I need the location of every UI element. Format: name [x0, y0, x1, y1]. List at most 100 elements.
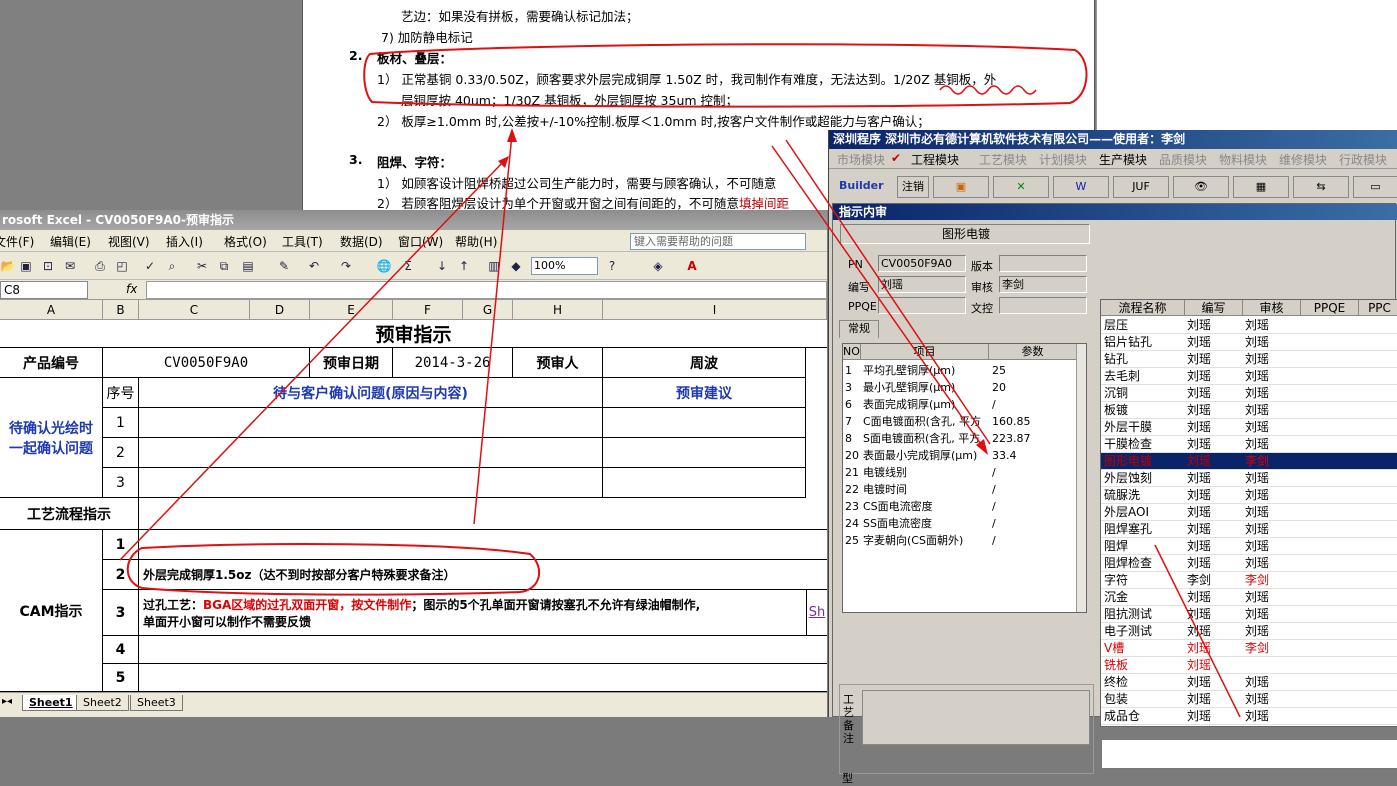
word-icon[interactable]: W — [1053, 176, 1109, 198]
row-seq[interactable]: 1 — [103, 530, 139, 560]
reviewer-label[interactable]: 预审人 — [513, 348, 603, 378]
flow-row[interactable]: 沉铜 刘瑶 刘瑶 — [1101, 385, 1397, 402]
module-maintenance[interactable]: 维修模块 — [1279, 151, 1327, 168]
issue-cell[interactable] — [139, 468, 603, 498]
col-header[interactable]: E — [310, 300, 393, 320]
audit-field[interactable]: 李剑 — [999, 276, 1087, 293]
params-row[interactable]: 22 电镀时间 / — [843, 481, 1086, 498]
tab-sheet1[interactable]: Sheet1 — [22, 695, 80, 711]
fill-color-icon[interactable]: ◈ — [650, 258, 666, 274]
review-date-label[interactable]: 预审日期 — [310, 348, 393, 378]
tab-sheet2[interactable]: Sheet2 — [76, 695, 129, 711]
params-row[interactable]: 7 C面电镀面积(含孔, 平方 160.85 — [843, 413, 1086, 430]
research-icon[interactable]: ⌕ — [164, 258, 180, 274]
cam-cell[interactable] — [139, 636, 827, 664]
issue-cell[interactable] — [139, 408, 603, 438]
menu-insert[interactable]: 插入(I) — [166, 233, 203, 250]
flow-row[interactable]: 去毛刺 刘瑶 刘瑶 — [1101, 368, 1397, 385]
module-quality[interactable]: 品质模块 — [1159, 151, 1207, 168]
format-painter-icon[interactable]: ✎ — [276, 258, 292, 274]
col-header-flow[interactable]: 流程名称 — [1101, 300, 1185, 316]
col-header-ppqe[interactable]: PPQE — [1301, 300, 1359, 316]
menu-data[interactable]: 数据(D) — [340, 233, 383, 250]
params-row[interactable]: 6 表面完成铜厚(μm) / — [843, 396, 1086, 413]
flow-row[interactable]: 外层干膜 刘瑶 刘瑶 — [1101, 419, 1397, 436]
excel-icon[interactable]: ✕ — [993, 176, 1049, 198]
col-header[interactable]: I — [603, 300, 827, 320]
cam-cell[interactable] — [139, 530, 827, 560]
network-icon[interactable]: ⇆ — [1293, 176, 1349, 198]
tab-sheet3[interactable]: Sheet3 — [130, 695, 183, 711]
module-market[interactable]: 市场模块 — [837, 151, 885, 168]
flow-row[interactable]: 阻抗测试 刘瑶 刘瑶 — [1101, 606, 1397, 623]
cut-icon[interactable]: ✂ — [194, 258, 210, 274]
flow-row[interactable]: 铣板 刘瑶 — [1101, 657, 1397, 674]
row-seq[interactable]: 5 — [103, 664, 139, 692]
chart-icon[interactable]: ▥ — [486, 258, 502, 274]
col-header-item[interactable]: 项目 — [861, 344, 989, 360]
flow-row[interactable]: 阻焊塞孔 刘瑶 刘瑶 — [1101, 521, 1397, 538]
params-row[interactable]: 1 平均孔壁铜厚(μm) 25 — [843, 362, 1086, 379]
hyperlink-icon[interactable]: 🌐 — [376, 258, 392, 274]
params-row[interactable]: 20 表面最小完成铜厚(μm) 33.4 — [843, 447, 1086, 464]
col-header[interactable]: C — [139, 300, 250, 320]
flow-note-field[interactable] — [1101, 739, 1397, 769]
suggest-cell[interactable] — [603, 468, 806, 498]
fx-icon[interactable]: fx — [126, 282, 137, 296]
tab-normal[interactable]: 常规 — [839, 320, 879, 338]
col-header[interactable]: D — [250, 300, 310, 320]
col-header-param[interactable]: 参数 — [989, 344, 1077, 360]
flow-row[interactable]: 阻焊 刘瑶 刘瑶 — [1101, 538, 1397, 555]
col-header[interactable]: H — [513, 300, 603, 320]
open-icon[interactable]: 📂 — [0, 258, 16, 274]
flow-row[interactable]: 干膜检查 刘瑶 刘瑶 — [1101, 436, 1397, 453]
menu-help[interactable]: 帮助(H) — [455, 233, 497, 250]
params-row[interactable]: 25 字麦朝向(CS面朝外) / — [843, 532, 1086, 549]
menu-tools[interactable]: 工具(T) — [282, 233, 323, 250]
monitor-icon[interactable]: ▭ — [1353, 176, 1397, 198]
process-cell[interactable] — [139, 498, 827, 530]
flow-row[interactable]: 电子测试 刘瑶 刘瑶 — [1101, 623, 1397, 640]
menu-window[interactable]: 窗口(W) — [398, 233, 443, 250]
flow-row[interactable]: 钻孔 刘瑶 刘瑶 — [1101, 351, 1397, 368]
product-no-label[interactable]: 产品编号 — [0, 348, 103, 378]
params-row[interactable]: 21 电镀线别 / — [843, 464, 1086, 481]
spelling-icon[interactable]: ✓ — [142, 258, 158, 274]
reviewer[interactable]: 周波 — [603, 348, 806, 378]
print-preview-icon[interactable]: ◰ — [114, 258, 130, 274]
issue-cell[interactable] — [139, 438, 603, 468]
module-engineering[interactable]: 工程模块 — [911, 151, 959, 168]
doc-control-field[interactable] — [999, 297, 1087, 314]
flow-row[interactable]: 硫脲洗 刘瑶 刘瑶 — [1101, 487, 1397, 504]
process-label[interactable]: 工艺流程指示 — [0, 498, 139, 530]
email-icon[interactable]: ✉ — [62, 258, 78, 274]
module-material[interactable]: 物料模块 — [1219, 151, 1267, 168]
name-box[interactable]: C8 — [0, 281, 88, 299]
col-header[interactable]: F — [393, 300, 463, 320]
undo-icon[interactable]: ↶ — [306, 258, 322, 274]
params-row[interactable]: 8 S面电镀面积(含孔, 平方 223.87 — [843, 430, 1086, 447]
row-seq[interactable]: 1 — [103, 408, 139, 438]
flow-row[interactable]: 沉金 刘瑶 刘瑶 — [1101, 589, 1397, 606]
drawing-icon[interactable]: ◆ — [508, 258, 524, 274]
issues-label[interactable]: 待与客户确认问题(原因与内容) — [139, 378, 603, 408]
flow-row[interactable]: 图形电镀 刘瑶 李剑 — [1101, 453, 1397, 470]
flow-row[interactable]: 层压 刘瑶 刘瑶 — [1101, 317, 1397, 334]
view-icon[interactable]: 👁 — [1173, 176, 1229, 198]
row-seq[interactable]: 4 — [103, 636, 139, 664]
author-field[interactable]: 刘瑶 — [878, 276, 966, 293]
copy-icon[interactable]: ⧉ — [216, 258, 232, 274]
module-admin[interactable]: 行政模块 — [1339, 151, 1387, 168]
params-scrollbar[interactable] — [1076, 344, 1086, 612]
pn-field[interactable]: CV0050F9A0 — [878, 255, 966, 272]
builder-button[interactable]: Builder — [835, 176, 893, 198]
paste-icon[interactable]: ▤ — [240, 258, 256, 274]
worksheet[interactable]: 预审指示 产品编号 CV0050F9A0 预审日期 2014-3-26 预审人 … — [0, 320, 827, 692]
sheet-title[interactable]: 预审指示 — [0, 320, 827, 348]
cam-cell[interactable] — [139, 664, 827, 692]
juf-button[interactable]: JUF — [1113, 176, 1169, 198]
overflow-link[interactable]: Sh — [807, 590, 827, 636]
suggest-cell[interactable] — [603, 408, 806, 438]
seq-label[interactable]: 序号 — [103, 378, 139, 408]
help-search-input[interactable]: 键入需要帮助的问题 — [630, 233, 806, 250]
